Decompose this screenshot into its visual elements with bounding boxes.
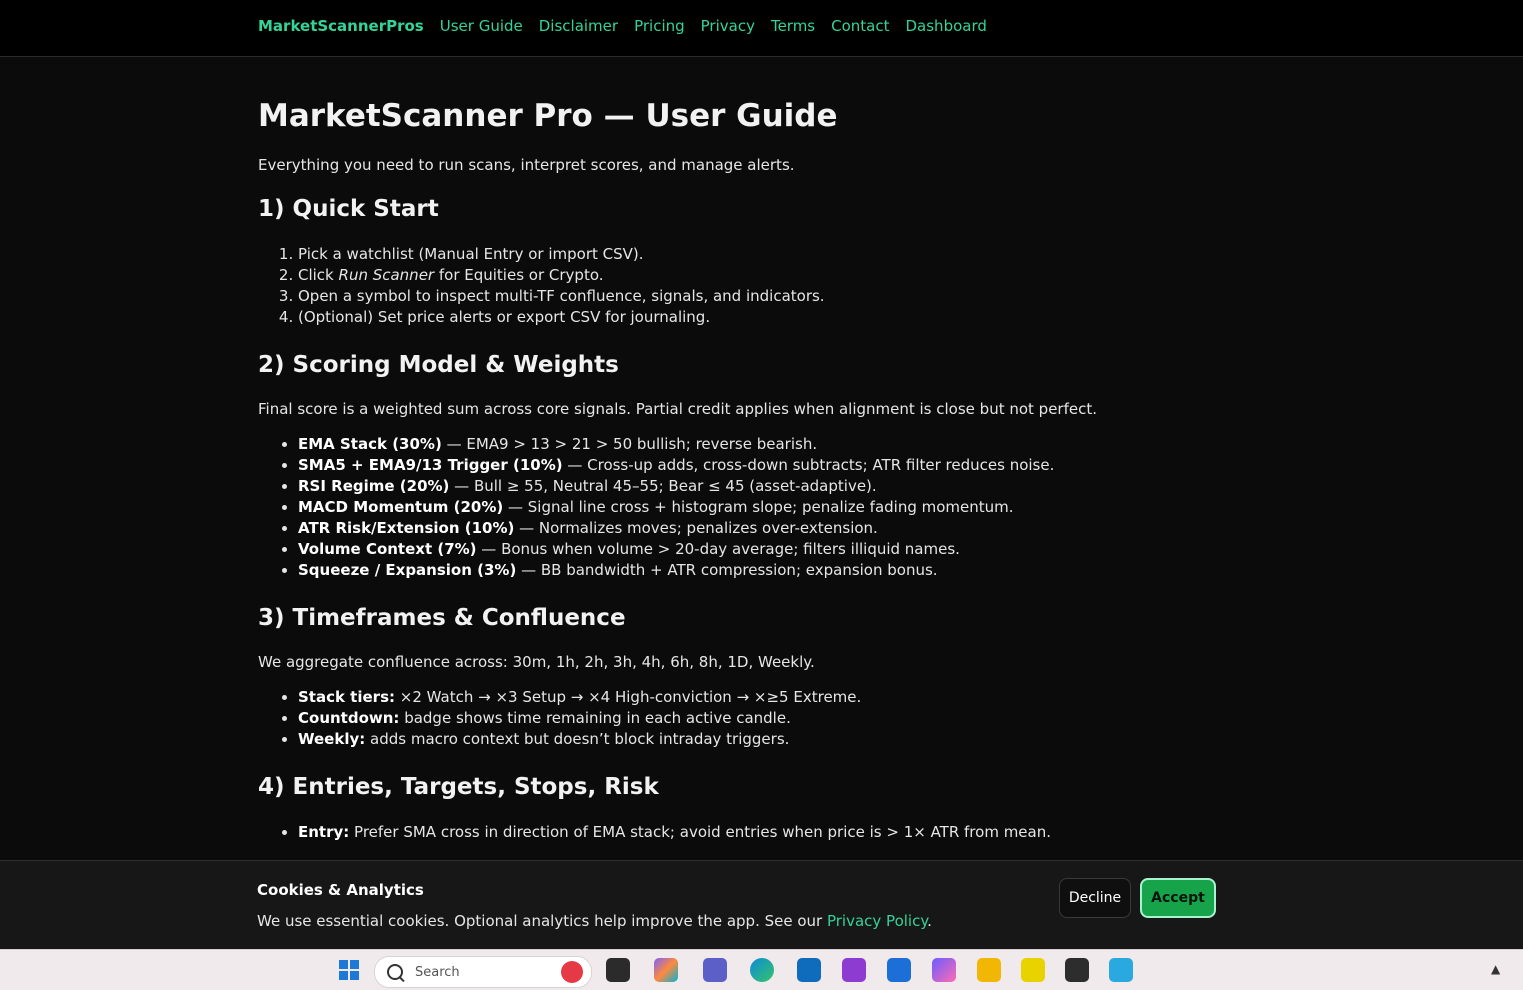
list-item: Pick a watchlist (Manual Entry or import…: [298, 244, 1158, 265]
search-highlight-icon: [561, 961, 583, 983]
list-item: Weekly: adds macro context but doesn’t b…: [298, 729, 1158, 750]
nav-link-disclaimer[interactable]: Disclaimer: [539, 17, 618, 35]
list-item: SMA5 + EMA9/13 Trigger (10%) — Cross-up …: [298, 455, 1158, 476]
list-item: Countdown: badge shows time remaining in…: [298, 708, 1158, 729]
section-heading-timeframes: 3) Timeframes & Confluence: [258, 605, 626, 631]
app-icon[interactable]: [1021, 958, 1045, 982]
list-item: (Optional) Set price alerts or export CS…: [298, 307, 1158, 328]
search-icon: [387, 964, 403, 980]
section-heading-quick-start: 1) Quick Start: [258, 196, 439, 222]
visual-studio-icon[interactable]: [842, 958, 866, 982]
main-content: MarketScanner Pro — User Guide Everythin…: [258, 98, 1158, 867]
list-item: ATR Risk/Extension (10%) — Normalizes mo…: [298, 518, 1158, 539]
nav-link-terms[interactable]: Terms: [771, 17, 815, 35]
list-item: RSI Regime (20%) — Bull ≥ 55, Neutral 45…: [298, 476, 1158, 497]
brand-link[interactable]: MarketScannerPros: [258, 17, 424, 35]
copilot-icon[interactable]: [654, 958, 678, 982]
list-item: Click Run Scanner for Equities or Crypto…: [298, 265, 1158, 286]
taskbar-search[interactable]: Search: [374, 956, 592, 988]
edge-icon[interactable]: [750, 958, 774, 982]
file-explorer-icon[interactable]: [977, 958, 1001, 982]
nav-link-pricing[interactable]: Pricing: [634, 17, 685, 35]
m365-icon[interactable]: [932, 958, 956, 982]
nav-link-privacy[interactable]: Privacy: [701, 17, 755, 35]
outlook-icon[interactable]: [797, 958, 821, 982]
taskbar: Search ▲: [0, 949, 1523, 990]
notepad-icon[interactable]: [1109, 958, 1133, 982]
cookie-banner: Cookies & Analytics We use essential coo…: [0, 860, 1523, 949]
page-title: MarketScanner Pro — User Guide: [258, 98, 838, 134]
list-item: Stack tiers: ×2 Watch → ×3 Setup → ×4 Hi…: [298, 687, 1158, 708]
cookie-title: Cookies & Analytics: [257, 881, 424, 899]
quick-start-list: Pick a watchlist (Manual Entry or import…: [258, 244, 1158, 328]
timeframes-list: Stack tiers: ×2 Watch → ×3 Setup → ×4 Hi…: [258, 687, 1158, 750]
nav-link-contact[interactable]: Contact: [831, 17, 889, 35]
timeframes-paragraph: We aggregate confluence across: 30m, 1h,…: [258, 653, 815, 671]
windows-start-icon[interactable]: [337, 958, 361, 982]
terminal-icon[interactable]: [1065, 958, 1089, 982]
list-item: EMA Stack (30%) — EMA9 > 13 > 21 > 50 bu…: [298, 434, 1158, 455]
list-item: Volume Context (7%) — Bonus when volume …: [298, 539, 1158, 560]
accept-button[interactable]: Accept: [1140, 878, 1216, 918]
scoring-list: EMA Stack (30%) — EMA9 > 13 > 21 > 50 bu…: [258, 434, 1158, 581]
list-item: Squeeze / Expansion (3%) — BB bandwidth …: [298, 560, 1158, 581]
privacy-policy-link[interactable]: Privacy Policy: [827, 912, 927, 930]
list-item: MACD Momentum (20%) — Signal line cross …: [298, 497, 1158, 518]
store-icon[interactable]: [887, 958, 911, 982]
list-item: Entry: Prefer SMA cross in direction of …: [298, 822, 1158, 843]
entries-list: Entry: Prefer SMA cross in direction of …: [258, 822, 1158, 843]
list-item: Open a symbol to inspect multi-TF conflu…: [298, 286, 1158, 307]
cookie-text: We use essential cookies. Optional analy…: [257, 912, 932, 930]
top-navigation: MarketScannerPros User Guide Disclaimer …: [0, 0, 1523, 57]
decline-button[interactable]: Decline: [1059, 878, 1131, 918]
section-heading-scoring: 2) Scoring Model & Weights: [258, 352, 619, 378]
task-view-icon[interactable]: [606, 958, 630, 982]
teams-icon[interactable]: [703, 958, 727, 982]
chevron-up-icon[interactable]: ▲: [1491, 962, 1500, 976]
page-lead: Everything you need to run scans, interp…: [258, 156, 795, 174]
scoring-paragraph: Final score is a weighted sum across cor…: [258, 400, 1098, 418]
nav-links: MarketScannerPros User Guide Disclaimer …: [258, 17, 987, 35]
nav-link-user-guide[interactable]: User Guide: [440, 17, 523, 35]
search-placeholder: Search: [415, 964, 460, 980]
nav-link-dashboard[interactable]: Dashboard: [906, 17, 987, 35]
section-heading-entries: 4) Entries, Targets, Stops, Risk: [258, 774, 659, 800]
